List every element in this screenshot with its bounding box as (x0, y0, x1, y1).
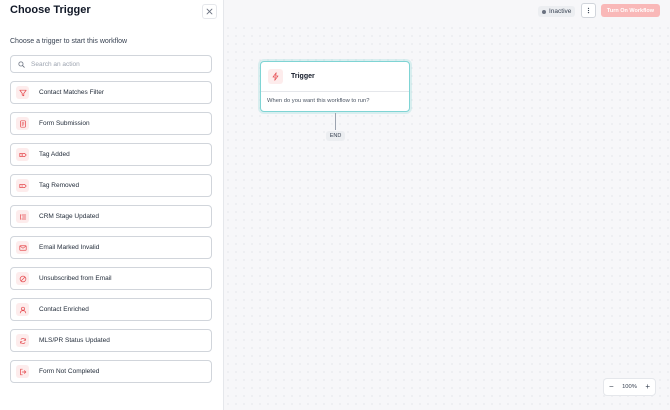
close-button[interactable] (202, 4, 217, 19)
trigger-label: Email Marked Invalid (39, 244, 100, 251)
node-connector (335, 113, 336, 130)
trigger-form-submission[interactable]: Form Submission (10, 112, 212, 135)
trigger-label: Contact Enriched (39, 306, 89, 313)
trigger-crm-stage-updated[interactable]: CRM Stage Updated (10, 205, 212, 228)
search-input[interactable] (31, 60, 201, 68)
list-icon (16, 210, 29, 223)
tag-icon (16, 148, 29, 161)
search-box[interactable] (10, 55, 212, 73)
more-vertical-icon (587, 7, 590, 14)
trigger-tag-added[interactable]: Tag Added (10, 143, 212, 166)
trigger-label: MLS/PR Status Updated (39, 337, 110, 344)
close-icon (206, 8, 213, 15)
trigger-tag-removed[interactable]: Tag Removed (10, 174, 212, 197)
user-icon (16, 303, 29, 316)
search-icon (18, 60, 25, 68)
trigger-label: Contact Matches Filter (39, 89, 105, 96)
status-text: Inactive (549, 8, 572, 15)
zoom-level: 100% (622, 384, 637, 390)
trigger-list: Contact Matches Filter Form Submission T… (10, 81, 212, 391)
zoom-control: − 100% + (603, 378, 656, 396)
zoom-in-button[interactable]: + (645, 383, 650, 391)
trigger-node-header: Trigger (261, 62, 409, 92)
panel-subtitle: Choose a trigger to start this workflow (10, 38, 128, 45)
trigger-label: Tag Removed (39, 182, 80, 189)
trigger-label: Form Not Completed (39, 368, 100, 375)
panel-title: Choose Trigger (10, 4, 91, 16)
form-icon (16, 117, 29, 130)
exit-icon (16, 365, 29, 378)
more-options-button[interactable] (581, 3, 596, 18)
trigger-contact-enriched[interactable]: Contact Enriched (10, 298, 212, 321)
trigger-unsubscribed-from-email[interactable]: Unsubscribed from Email (10, 267, 212, 290)
refresh-icon (16, 334, 29, 347)
trigger-mls-pr-status-updated[interactable]: MLS/PR Status Updated (10, 329, 212, 352)
choose-trigger-panel: Choose Trigger Choose a trigger to start… (0, 0, 224, 410)
trigger-label: Unsubscribed from Email (39, 275, 112, 282)
trigger-email-marked-invalid[interactable]: Email Marked Invalid (10, 236, 212, 259)
mail-x-icon (16, 241, 29, 254)
status-dot-icon (542, 9, 546, 14)
lightning-icon (268, 69, 283, 84)
status-badge: Inactive (538, 6, 576, 17)
tag-icon (16, 179, 29, 192)
trigger-node-subtitle: When do you want this workflow to run? (267, 98, 370, 104)
trigger-contact-matches-filter[interactable]: Contact Matches Filter (10, 81, 212, 104)
trigger-node-title: Trigger (291, 73, 315, 80)
trigger-label: CRM Stage Updated (39, 213, 99, 220)
filter-icon (16, 86, 29, 99)
zoom-out-button[interactable]: − (609, 383, 614, 391)
trigger-node[interactable]: Trigger When do you want this workflow t… (260, 61, 410, 112)
ban-icon (16, 272, 29, 285)
turn-on-workflow-button[interactable]: Turn On Workflow (601, 4, 660, 17)
trigger-form-not-completed[interactable]: Form Not Completed (10, 360, 212, 383)
trigger-label: Tag Added (39, 151, 70, 158)
end-label: END (326, 131, 345, 141)
trigger-label: Form Submission (39, 120, 90, 127)
